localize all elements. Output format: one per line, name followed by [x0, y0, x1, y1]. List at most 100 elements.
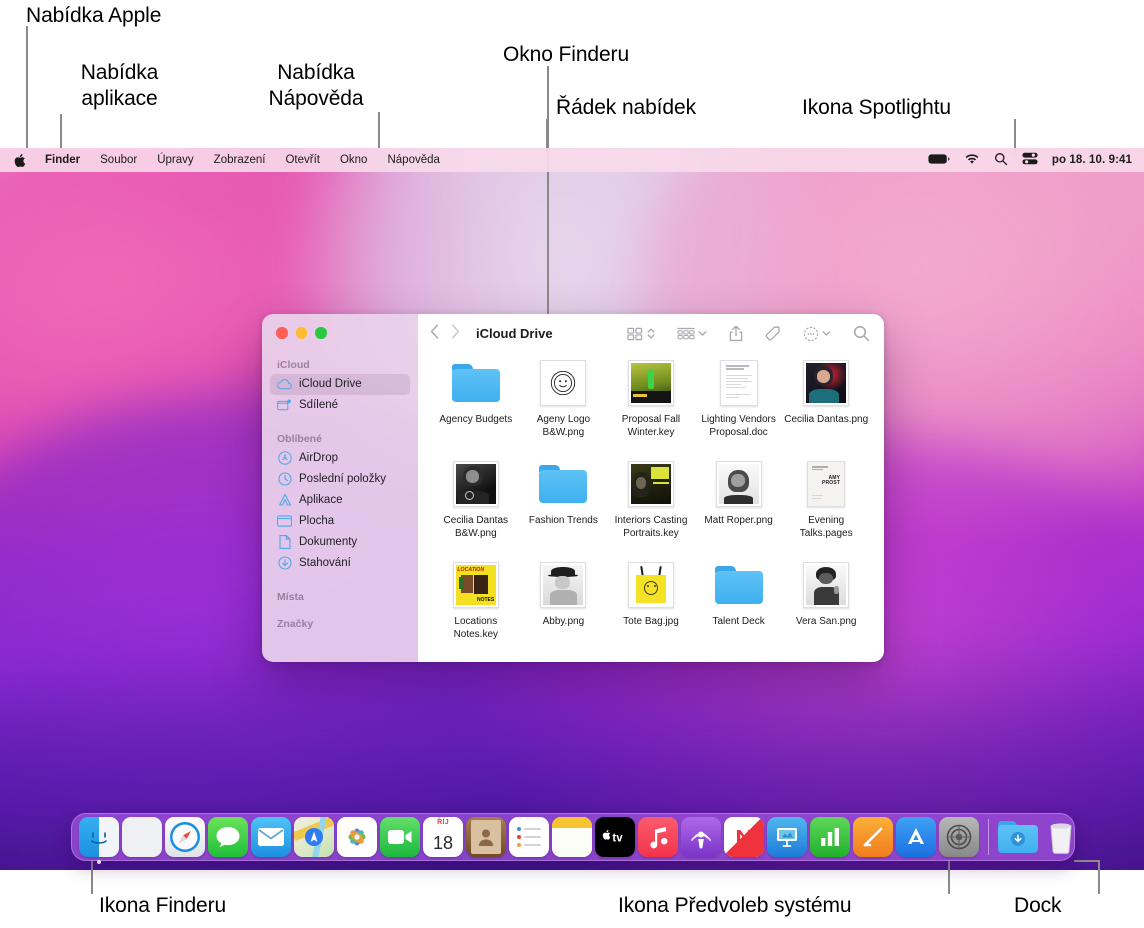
group-by-icon[interactable]	[666, 326, 718, 342]
apple-logo-icon[interactable]	[11, 153, 35, 168]
finder-window[interactable]: iCloud iCloud Drive Sdílené Oblíbené Air…	[262, 314, 884, 662]
back-chevron-icon[interactable]	[430, 323, 439, 344]
minimize-button[interactable]	[295, 327, 307, 339]
dock-item-facetime[interactable]	[380, 817, 420, 857]
file-item[interactable]: Abby.png	[520, 561, 608, 662]
menu-item-otevrit[interactable]: Otevřít	[275, 154, 330, 166]
control-center-icon[interactable]	[1022, 152, 1038, 168]
menu-bar[interactable]: Finder Soubor Úpravy Zobrazení Otevřít O…	[0, 148, 1144, 172]
image-thumbnail	[539, 359, 587, 407]
dock-item-numbers[interactable]	[810, 817, 850, 857]
dock-running-indicator	[97, 860, 101, 864]
file-item[interactable]: Cecilia Dantas B&W.png	[432, 460, 520, 561]
menu-item-zobrazeni[interactable]: Zobrazení	[204, 154, 276, 166]
tag-icon[interactable]	[754, 326, 792, 342]
sidebar-item-icloud-drive[interactable]: iCloud Drive	[270, 373, 410, 395]
file-item[interactable]: Proposal Fall Winter.key	[607, 359, 695, 460]
annotation-app-menu: Nabídka aplikace	[80, 61, 159, 110]
file-name: Fashion Trends	[528, 515, 598, 526]
file-item[interactable]: LOCATION NOTES Locations Notes.key	[432, 561, 520, 662]
dock-item-keynote[interactable]	[767, 817, 807, 857]
dock-item-finder[interactable]	[79, 817, 119, 864]
file-item[interactable]: Fashion Trends	[520, 460, 608, 561]
dock-item-news[interactable]	[724, 817, 764, 857]
leader-dock-horizontal	[1074, 860, 1100, 862]
dock-item-trash[interactable]	[1041, 817, 1081, 857]
battery-icon[interactable]	[928, 153, 950, 168]
sidebar-section-znacky: Značky	[262, 618, 418, 633]
menu-item-napoveda[interactable]: Nápověda	[377, 154, 449, 166]
sidebar-item-stahovani[interactable]: Stahování	[270, 553, 410, 574]
finder-sidebar: iCloud iCloud Drive Sdílené Oblíbené Air…	[262, 314, 418, 662]
file-item[interactable]: Interiors Casting Portraits.key	[607, 460, 695, 561]
file-item[interactable]: Cecilia Dantas.png	[782, 359, 870, 460]
dock-item-safari[interactable]	[165, 817, 205, 857]
close-button[interactable]	[276, 327, 288, 339]
file-item[interactable]: Agency Budgets	[432, 359, 520, 460]
file-item[interactable]: Tote Bag.jpg	[607, 561, 695, 662]
sidebar-section-icloud: iCloud iCloud Drive Sdílené	[262, 359, 418, 416]
dock-item-appstore[interactable]	[896, 817, 936, 857]
dock-item-appletv[interactable]: tv	[595, 817, 635, 857]
zoom-button[interactable]	[315, 327, 327, 339]
menu-item-okno[interactable]: Okno	[330, 154, 378, 166]
annotation-spotlight-icon: Ikona Spotlightu	[802, 96, 952, 119]
image-thumbnail	[627, 561, 675, 609]
finder-file-grid[interactable]: Agency Budgets Ageny Logo B&W.png Propos…	[418, 353, 884, 662]
file-item[interactable]: AMYPROST 06.07.2021 Evening Talks.pages	[782, 460, 870, 561]
dock-item-notes[interactable]	[552, 817, 592, 857]
menu-item-finder[interactable]: Finder	[35, 154, 90, 166]
file-item[interactable]: Matt Roper.png	[695, 460, 783, 561]
more-actions-icon[interactable]	[792, 326, 842, 342]
dock[interactable]: ŘÍJ 18 tv	[71, 813, 1075, 864]
sidebar-label: iCloud Drive	[299, 378, 362, 390]
dock-item-pages[interactable]	[853, 817, 893, 857]
dock-item-calendar[interactable]: ŘÍJ 18	[423, 817, 463, 857]
pages-thumbnail: AMYPROST 06.07.2021	[802, 460, 850, 508]
dock-item-podcasts[interactable]	[681, 817, 721, 857]
forward-chevron-icon[interactable]	[451, 323, 460, 344]
dock-separator	[988, 819, 989, 855]
spotlight-search-icon[interactable]	[994, 152, 1008, 169]
dock-item-contacts[interactable]	[466, 817, 506, 857]
sidebar-item-aplikace[interactable]: Aplikace	[270, 490, 410, 511]
file-name: Lighting Vendors Proposal.doc	[701, 414, 776, 438]
file-item[interactable]: Vera San.png	[782, 561, 870, 662]
sidebar-item-dokumenty[interactable]: Dokumenty	[270, 532, 410, 553]
sidebar-item-airdrop[interactable]: AirDrop	[270, 448, 410, 469]
file-name: Cecilia Dantas B&W.png	[443, 515, 509, 539]
dock-item-reminders[interactable]	[509, 817, 549, 857]
sidebar-label: AirDrop	[299, 452, 338, 464]
keynote-thumbnail: LOCATION NOTES	[452, 561, 500, 609]
wifi-icon[interactable]	[964, 153, 980, 168]
dock-item-launchpad[interactable]	[122, 817, 162, 857]
dock-item-downloads[interactable]	[998, 817, 1038, 857]
view-mode-icon[interactable]	[616, 326, 666, 342]
sidebar-item-plocha[interactable]: Plocha	[270, 511, 410, 532]
search-icon[interactable]	[842, 325, 870, 342]
sidebar-item-sdilene[interactable]: Sdílené	[270, 395, 410, 416]
dock-item-maps[interactable]	[294, 817, 334, 857]
dock-item-music[interactable]	[638, 817, 678, 857]
file-item[interactable]: Ageny Logo B&W.png	[520, 359, 608, 460]
file-name: Proposal Fall Winter.key	[621, 414, 681, 438]
sidebar-header-znacky: Značky	[277, 617, 314, 630]
dock-item-photos[interactable]	[337, 817, 377, 857]
dock-item-system-preferences[interactable]	[939, 817, 979, 857]
sidebar-item-posledni-polozky[interactable]: Poslední položky	[270, 469, 410, 490]
menu-bar-clock[interactable]: po 18. 10. 9:41	[1052, 154, 1132, 166]
share-icon[interactable]	[718, 325, 754, 342]
image-thumbnail	[539, 561, 587, 609]
dock-item-messages[interactable]	[208, 817, 248, 857]
annotation-apple-menu: Nabídka Apple	[26, 4, 162, 27]
file-item[interactable]: Talent Deck	[695, 561, 783, 662]
file-name: Cecilia Dantas.png	[784, 414, 869, 425]
shared-folder-icon	[277, 398, 292, 413]
keynote-thumbnail	[627, 460, 675, 508]
sidebar-section-oblibene: Oblíbené AirDrop Poslední položky Aplika…	[262, 433, 418, 574]
finder-title: iCloud Drive	[476, 326, 553, 341]
file-item[interactable]: Lighting Vendors Proposal.doc	[695, 359, 783, 460]
dock-item-mail[interactable]	[251, 817, 291, 857]
menu-item-upravy[interactable]: Úpravy	[147, 154, 203, 166]
menu-item-soubor[interactable]: Soubor	[90, 154, 147, 166]
